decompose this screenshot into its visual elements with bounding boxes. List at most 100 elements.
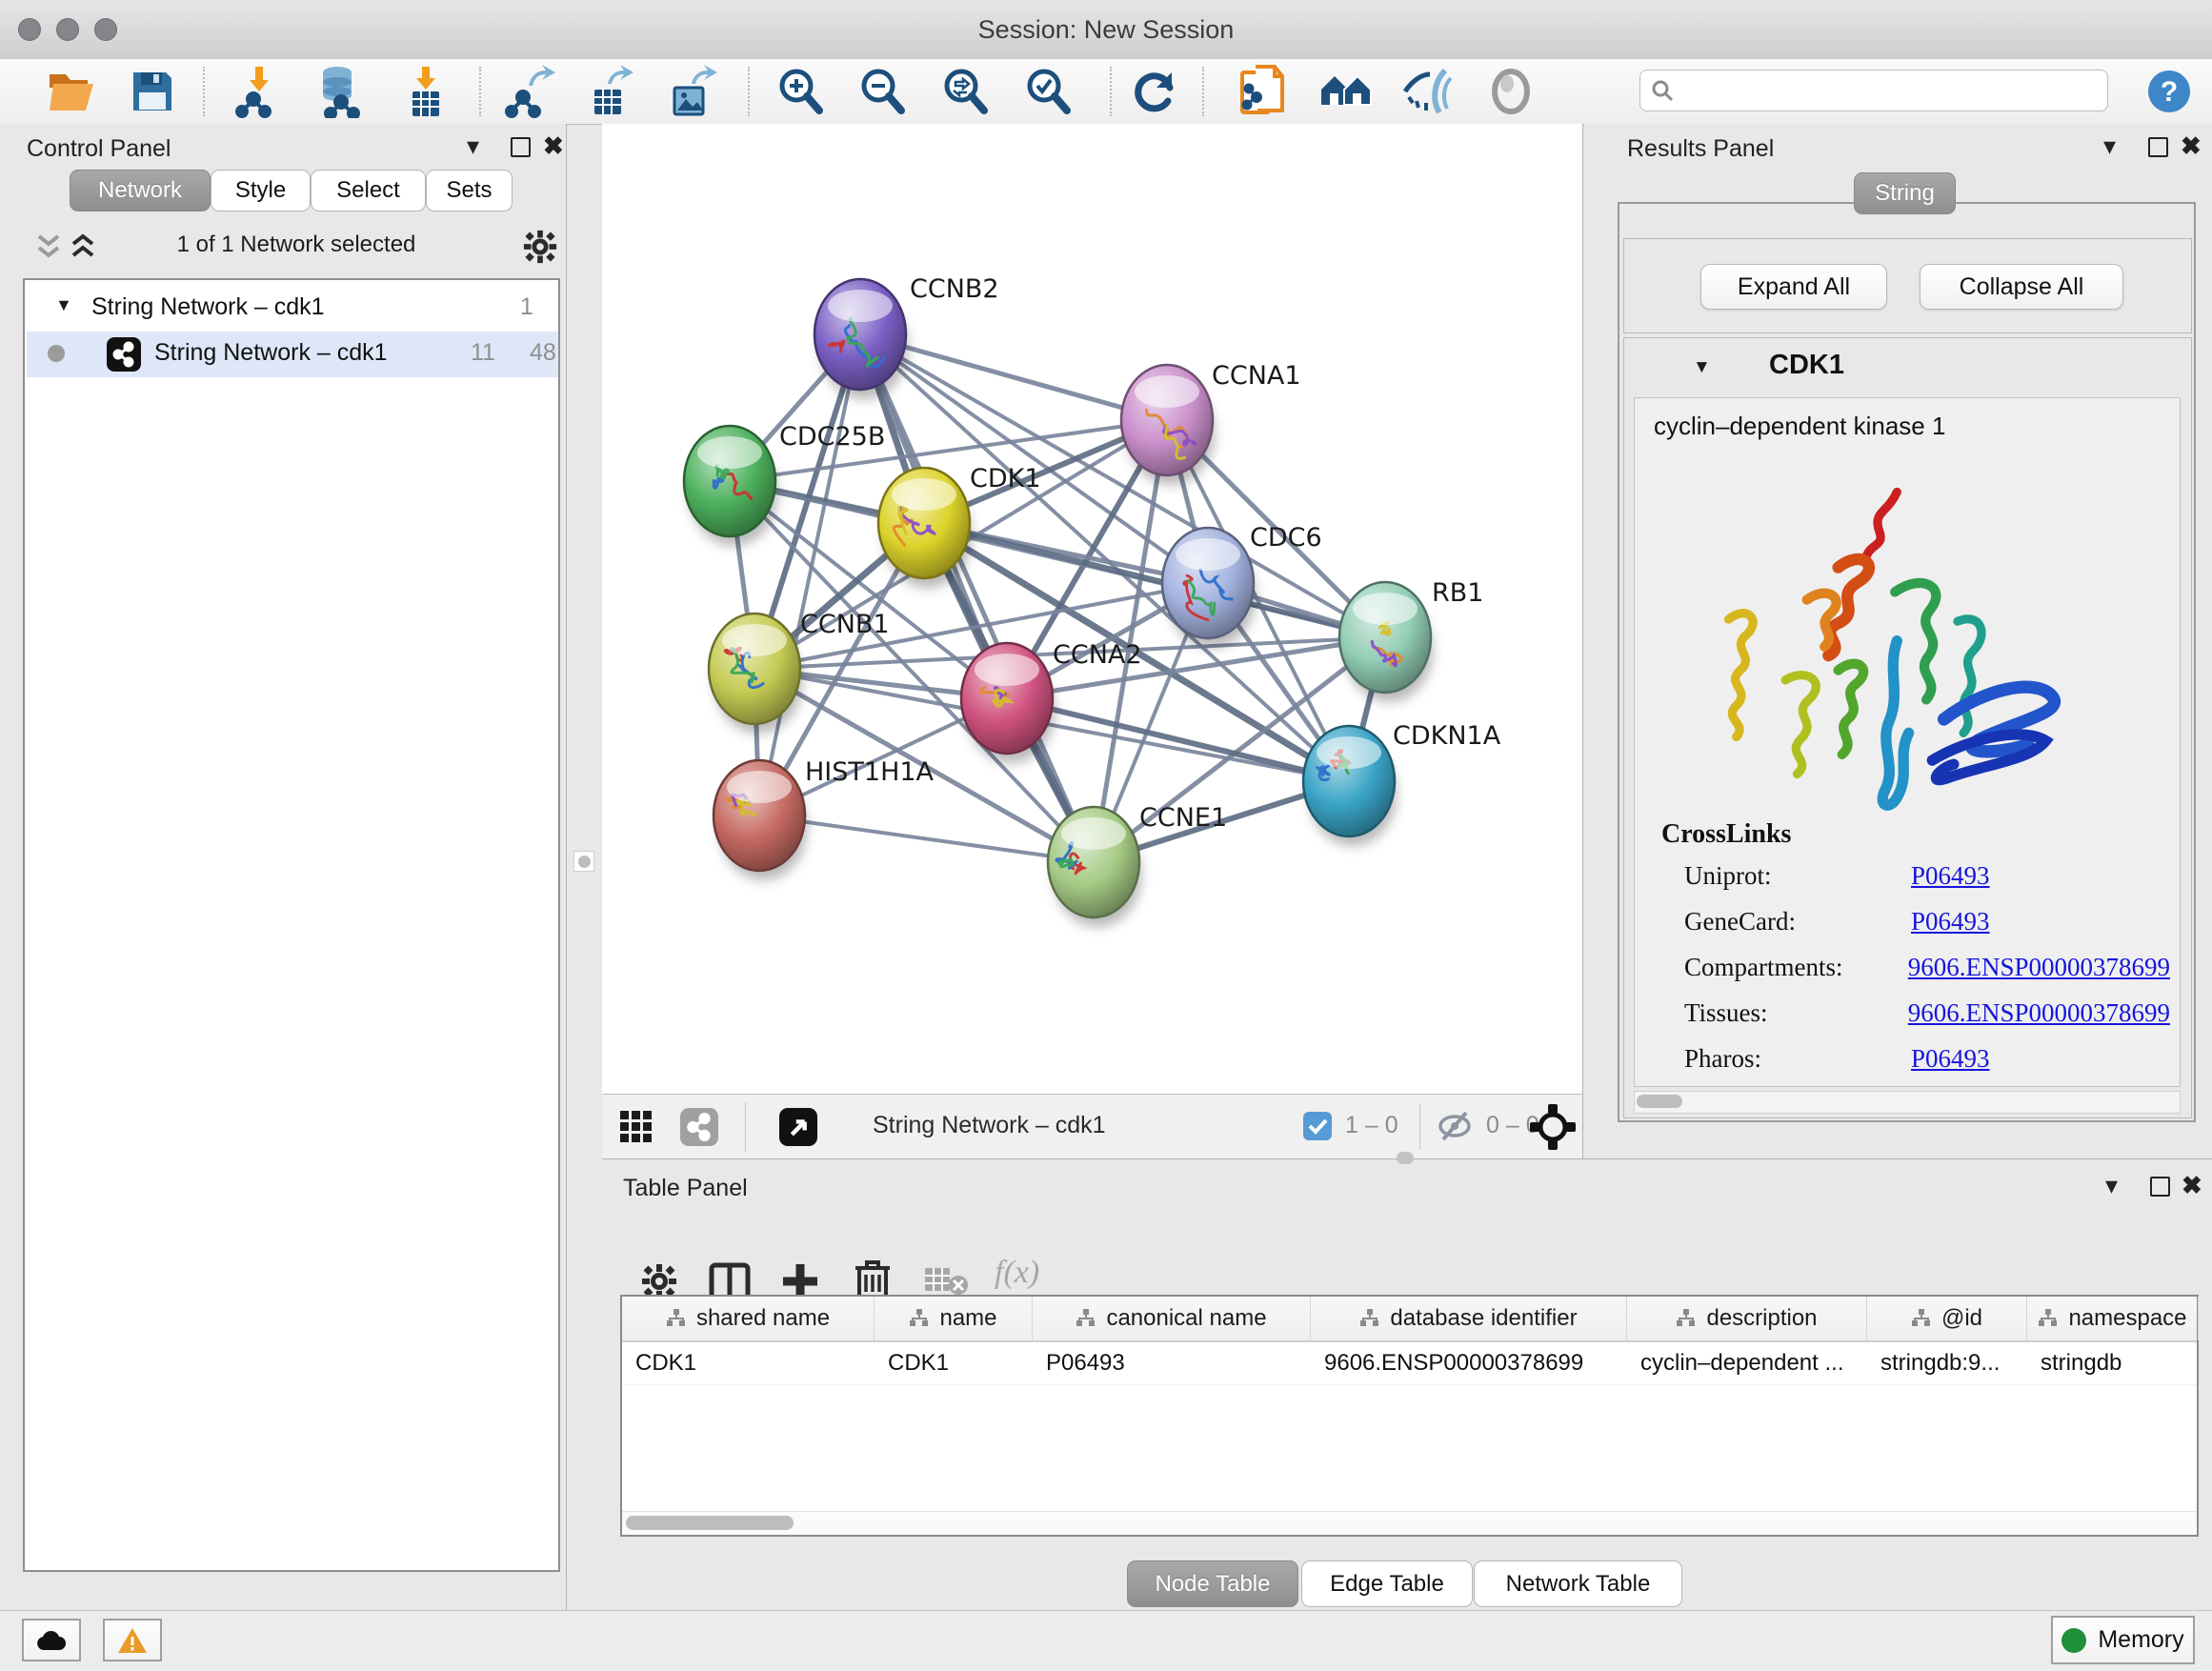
memory-button[interactable]: Memory — [2051, 1616, 2195, 1664]
panel-float-icon[interactable] — [2148, 137, 2168, 157]
cloud-status-button[interactable] — [22, 1619, 81, 1661]
column-header-label: name — [939, 1305, 996, 1332]
share-document-icon[interactable] — [1237, 65, 1290, 118]
panel-divider-handle[interactable] — [573, 851, 594, 872]
network-node-CCNA1[interactable] — [1121, 365, 1215, 485]
column-header-description[interactable]: description — [1627, 1297, 1867, 1340]
column-type-icon — [1359, 1308, 1380, 1329]
protein-description: cyclin–dependent kinase 1 — [1654, 412, 1945, 441]
delete-table-icon[interactable] — [924, 1266, 968, 1297]
tab-style[interactable]: Style — [211, 170, 311, 211]
panel-close-icon[interactable]: ✖ — [2182, 1173, 2202, 1198]
network-canvas[interactable]: CCNB2CCNA1CDC25BCDK1CDC6RB1CCNB1CCNA2CDK… — [602, 124, 1583, 1094]
network-node-RB1[interactable] — [1339, 582, 1433, 702]
export-image-icon[interactable] — [665, 65, 718, 118]
table-cell: cyclin–dependent ... — [1627, 1342, 1867, 1384]
hide-panel-eye-icon[interactable] — [1401, 65, 1455, 118]
panel-close-icon[interactable]: ✖ — [543, 133, 564, 158]
zoom-fit-icon[interactable] — [938, 65, 992, 118]
network-node-CDKN1A[interactable] — [1303, 726, 1397, 846]
column-header-namespace[interactable]: namespace — [2027, 1297, 2199, 1340]
network-node-CCNB2[interactable] — [814, 279, 908, 399]
crosslink-label: Pharos: — [1684, 1044, 1911, 1074]
table-cell: P06493 — [1033, 1342, 1311, 1384]
help-icon[interactable]: ? — [2142, 65, 2196, 118]
birds-eye-grid-icon[interactable] — [619, 1110, 654, 1144]
results-hscroll-thumb[interactable] — [1637, 1095, 1682, 1108]
section-collapse-triangle-icon[interactable]: ▼ — [1693, 357, 1711, 378]
panel-divider-handle[interactable] — [1397, 1152, 1414, 1164]
table-row[interactable]: CDK1CDK1P064939606.ENSP00000378699cyclin… — [622, 1342, 2197, 1385]
crosslink-value-link[interactable]: 9606.ENSP00000378699 — [1908, 998, 2170, 1028]
network-node-CDC25B[interactable] — [684, 426, 777, 546]
table-hscroll-thumb[interactable] — [626, 1516, 794, 1530]
panel-menu-caret-icon[interactable]: ▾ — [2103, 133, 2116, 158]
zoom-selected-icon[interactable] — [1021, 65, 1075, 118]
hidden-eye-slash-icon[interactable] — [1437, 1110, 1473, 1142]
import-network-icon[interactable] — [232, 65, 286, 118]
warnings-button[interactable] — [103, 1619, 162, 1661]
crosslink-label: Tissues: — [1684, 998, 1908, 1028]
network-node-CDK1[interactable] — [878, 468, 972, 588]
column-header-@id[interactable]: @id — [1867, 1297, 2027, 1340]
crosslink-value-link[interactable]: P06493 — [1911, 1044, 1990, 1074]
panel-float-icon[interactable] — [2150, 1177, 2170, 1197]
column-header-canonical-name[interactable]: canonical name — [1033, 1297, 1311, 1340]
zoom-out-icon[interactable] — [855, 65, 909, 118]
network-tree-selected-row[interactable]: String Network – cdk1 11 48 — [27, 332, 558, 377]
tab-sets[interactable]: Sets — [426, 170, 513, 211]
expand-all-button[interactable]: Expand All — [1700, 264, 1887, 310]
open-session-icon[interactable] — [45, 65, 98, 118]
fit-content-crosshair-icon[interactable] — [1528, 1102, 1578, 1152]
panel-float-icon[interactable] — [511, 137, 531, 157]
network-node-HIST1H1A[interactable] — [714, 760, 807, 880]
column-header-shared-name[interactable]: shared name — [622, 1297, 875, 1340]
tab-node-table[interactable]: Node Table — [1127, 1560, 1298, 1607]
refresh-icon[interactable] — [1128, 65, 1181, 118]
string-view-icon[interactable] — [680, 1108, 718, 1146]
node-label-RB1: RB1 — [1432, 578, 1483, 608]
panel-close-icon[interactable]: ✖ — [2181, 133, 2202, 158]
column-header-database-identifier[interactable]: database identifier — [1311, 1297, 1627, 1340]
network-node-CDC6[interactable] — [1162, 528, 1256, 648]
zoom-in-icon[interactable] — [774, 65, 827, 118]
string-network-icon — [107, 337, 141, 372]
network-node-CCNE1[interactable] — [1048, 807, 1141, 927]
panel-menu-caret-icon[interactable]: ▾ — [2105, 1173, 2118, 1198]
tree-expand-triangle-icon[interactable]: ▼ — [55, 295, 72, 315]
collapse-all-icon[interactable] — [36, 232, 61, 261]
collapse-all-button[interactable]: Collapse All — [1920, 264, 2123, 310]
table-hscrollbar[interactable] — [622, 1511, 2197, 1535]
search-input[interactable] — [1675, 76, 2079, 105]
crosslink-value-link[interactable]: 9606.ENSP00000378699 — [1908, 953, 2170, 982]
export-table-icon[interactable] — [583, 65, 636, 118]
crosslink-value-link[interactable]: P06493 — [1911, 861, 1990, 891]
crosslink-value-link[interactable]: P06493 — [1911, 907, 1990, 936]
tab-network[interactable]: Network — [70, 170, 211, 211]
results-hscrollbar[interactable] — [1634, 1091, 2181, 1114]
selected-checkbox-icon[interactable] — [1303, 1112, 1332, 1140]
network-node-CCNB1[interactable] — [709, 614, 802, 734]
import-table-icon[interactable] — [399, 65, 452, 118]
inspect-eye-icon[interactable] — [1484, 65, 1538, 118]
open-in-window-icon[interactable] — [779, 1108, 817, 1146]
tab-network-table[interactable]: Network Table — [1474, 1560, 1682, 1607]
tab-edge-table[interactable]: Edge Table — [1301, 1560, 1473, 1607]
save-session-icon[interactable] — [126, 65, 179, 118]
expand-all-icon[interactable] — [70, 232, 95, 261]
home-networks-icon[interactable] — [1319, 65, 1373, 118]
column-header-name[interactable]: name — [875, 1297, 1033, 1340]
import-database-icon[interactable] — [312, 65, 366, 118]
tab-string[interactable]: String — [1854, 172, 1956, 214]
network-tree-root-row[interactable]: ▼ String Network – cdk1 1 — [25, 288, 558, 330]
network-node-CCNA2[interactable] — [961, 643, 1055, 763]
protein-name: CDK1 — [1769, 350, 1844, 381]
network-options-gear-icon[interactable] — [522, 229, 558, 265]
tab-select[interactable]: Select — [311, 170, 426, 211]
function-builder-fx[interactable]: f(x) — [995, 1255, 1039, 1291]
search-field[interactable] — [1639, 70, 2108, 111]
panel-menu-caret-icon[interactable]: ▾ — [467, 133, 479, 158]
node-label-CCNE1: CCNE1 — [1139, 803, 1227, 833]
export-network-icon[interactable] — [504, 65, 557, 118]
node-table: shared name name canonical namedatabase id… — [620, 1295, 2199, 1537]
